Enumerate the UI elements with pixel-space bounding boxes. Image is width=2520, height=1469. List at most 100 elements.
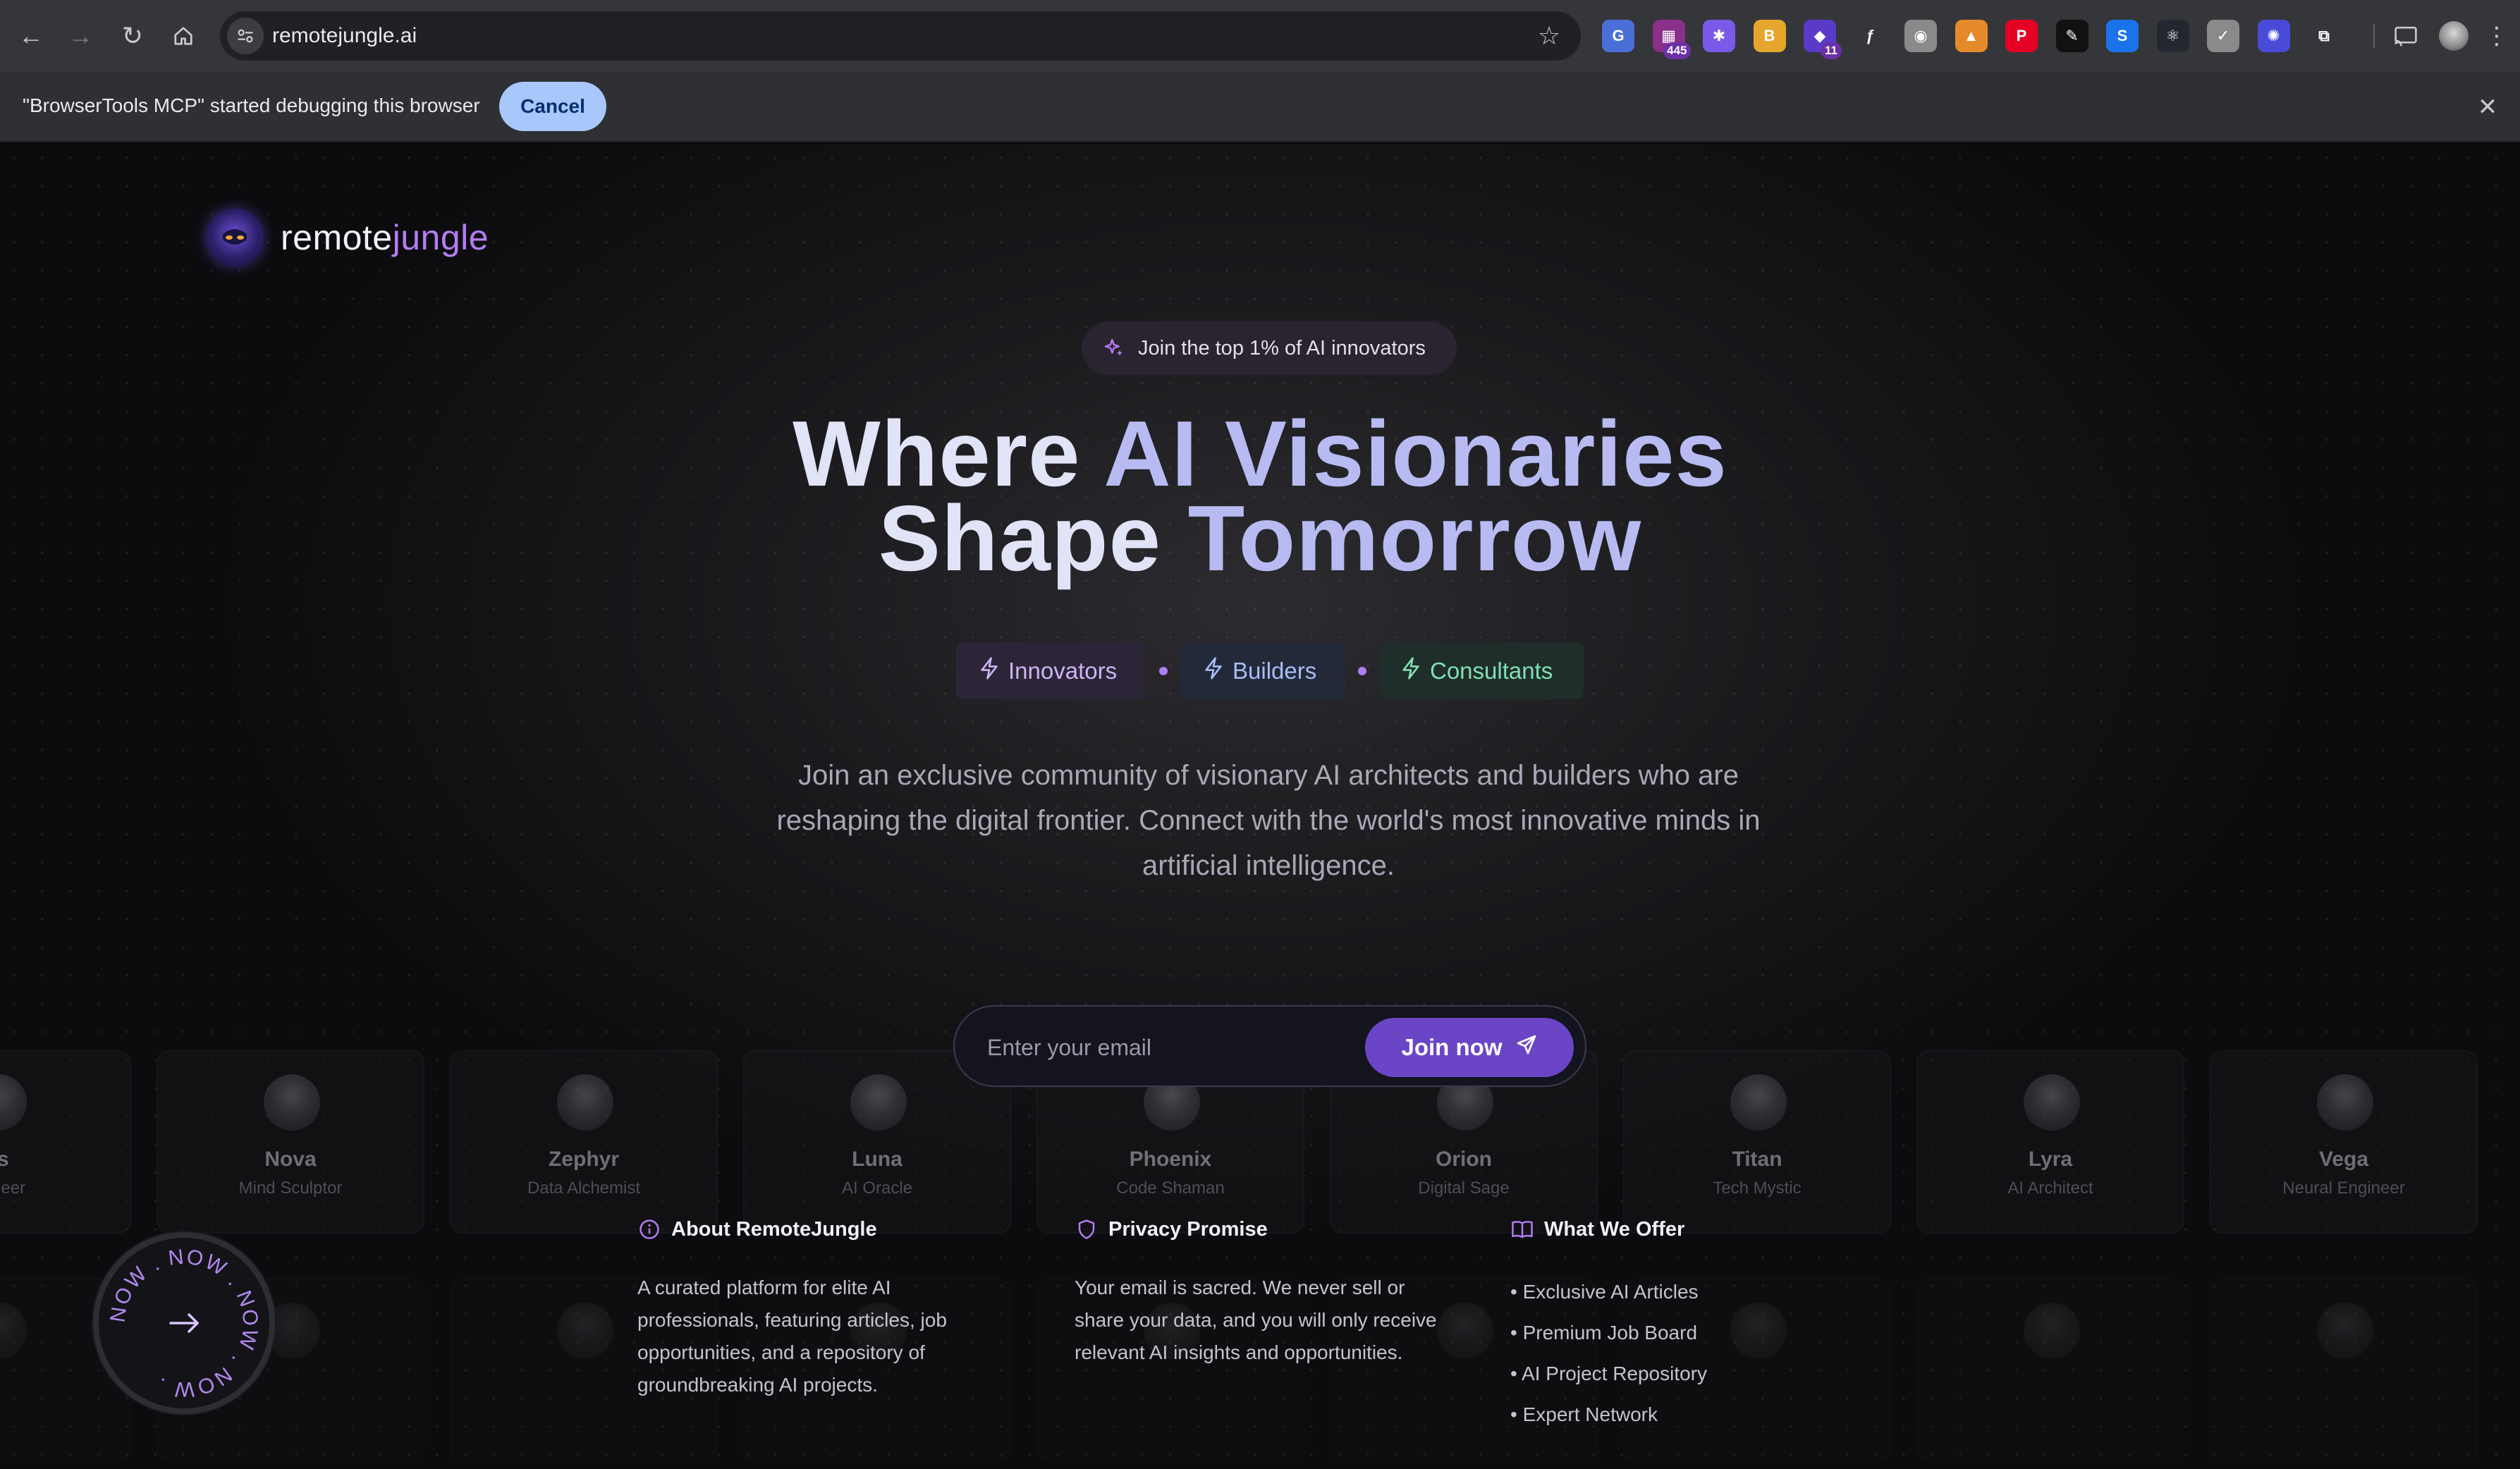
avatar xyxy=(2317,1303,2373,1359)
profile-card: Zephyr Data Alchemist xyxy=(450,1050,718,1234)
profile-name: Nova xyxy=(264,1148,317,1171)
offer-list: • Exclusive AI Articles • Premium Job Bo… xyxy=(1510,1272,1877,1435)
cast-button[interactable] xyxy=(2385,15,2427,57)
profile-card: Lyra AI Architect xyxy=(1916,1050,2184,1234)
tabs-counter-icon[interactable]: ▦ 445 xyxy=(1652,20,1691,59)
cancel-button[interactable]: Cancel xyxy=(499,82,606,131)
avatar xyxy=(1730,1074,1787,1131)
top-badge: Join the top 1% of AI innovators xyxy=(1082,321,1457,375)
email-input[interactable] xyxy=(987,1028,1326,1067)
profile-card: Nova Mind Sculptor xyxy=(157,1050,424,1234)
formula-extension-icon[interactable]: ƒ xyxy=(1854,20,1887,52)
profile-card xyxy=(1916,1279,2184,1462)
list-item: • Expert Network xyxy=(1510,1403,1658,1425)
settings-extension-icon[interactable]: ✺ xyxy=(2257,20,2290,52)
close-icon: ✕ xyxy=(2477,94,2498,121)
coin-extension-icon[interactable]: B xyxy=(1753,20,1786,52)
profile-name: Vega xyxy=(2318,1148,2369,1171)
infobar-close-button[interactable]: ✕ xyxy=(2471,90,2504,124)
gear-extension-icon[interactable]: ✱ xyxy=(1703,20,1735,52)
logo-mark-icon xyxy=(206,209,264,266)
info-circle-icon xyxy=(637,1217,661,1241)
back-button[interactable]: ← xyxy=(10,15,52,57)
site-info-button[interactable] xyxy=(227,18,264,54)
profile-role: AI Oracle xyxy=(841,1179,913,1198)
page-title: Where AI Visionaries Shape Tomorrow xyxy=(793,402,1727,590)
about-body: A curated platform for elite AI professi… xyxy=(637,1277,947,1396)
about-title: About RemoteJungle xyxy=(671,1217,877,1241)
browser-window: ← → ↻ remotejungle.ai ☆ G ▦ 445 ✱ B ◆ 11… xyxy=(0,0,2520,1469)
s-extension-icon[interactable]: S xyxy=(2106,20,2139,52)
avatar xyxy=(557,1303,613,1359)
notes-extension-icon[interactable]: ✓ xyxy=(2207,20,2239,52)
profile-name: Orion xyxy=(1436,1148,1492,1171)
bookmark-button[interactable]: ☆ xyxy=(1531,18,1567,54)
eyedropper-icon[interactable]: ✎ xyxy=(2055,20,2088,52)
profile-name: Lyra xyxy=(2028,1148,2073,1171)
avatar xyxy=(2024,1303,2080,1359)
profile-role: ngineer xyxy=(0,1179,26,1198)
privacy-body: Your email is sacred. We never sell or s… xyxy=(1075,1277,1437,1363)
join-now-button[interactable]: Join now xyxy=(1365,1018,1574,1077)
puzzle-icon[interactable]: ⧉ xyxy=(2308,20,2340,52)
profile-card: Titan Tech Mystic xyxy=(1623,1050,1891,1234)
lightning-icon xyxy=(1204,657,1223,685)
avatar xyxy=(2317,1074,2373,1131)
extension-badge: 445 xyxy=(1663,42,1691,59)
profile-name: as xyxy=(0,1148,9,1171)
profile-name: Zephyr xyxy=(548,1148,620,1171)
reload-icon: ↻ xyxy=(121,21,144,50)
audience-pills: Innovators Builders Consultants xyxy=(956,643,1584,699)
now-circular-button[interactable]: NOW . NOW . NOW . NOW . xyxy=(93,1232,275,1414)
top-badge-text: Join the top 1% of AI innovators xyxy=(1138,336,1426,359)
profile-role: Mind Sculptor xyxy=(238,1179,343,1198)
pill-consultants: Consultants xyxy=(1379,643,1584,699)
profile-card: Vega Neural Engineer xyxy=(2210,1050,2478,1234)
star-icon: ☆ xyxy=(1537,21,1561,50)
avatar xyxy=(264,1074,320,1131)
avatar xyxy=(850,1074,907,1131)
profile-name: Luna xyxy=(852,1148,903,1171)
cast-icon xyxy=(2394,26,2417,47)
infobar-message: "BrowserTools MCP" started debugging thi… xyxy=(23,94,480,116)
translate-icon[interactable]: G xyxy=(1602,20,1634,52)
pinterest-icon[interactable]: P xyxy=(2005,20,2038,52)
profile-role: Data Alchemist xyxy=(527,1179,641,1198)
sparkles-icon xyxy=(1104,338,1123,356)
home-icon xyxy=(174,27,192,45)
profile-role: Digital Sage xyxy=(1418,1179,1510,1198)
triangle-extension-icon[interactable]: ▲ xyxy=(1955,20,1988,52)
profile-button[interactable] xyxy=(2433,15,2475,57)
owl-extension-icon[interactable]: ◉ xyxy=(1904,20,1937,52)
purple-extension-icon[interactable]: ◆ 11 xyxy=(1804,20,1842,59)
pill-separator-dot xyxy=(1159,667,1168,675)
avatar xyxy=(0,1303,27,1359)
pill-builders: Builders xyxy=(1180,643,1345,699)
avatar xyxy=(0,1074,27,1131)
tune-icon xyxy=(238,29,253,43)
offer-title: What We Offer xyxy=(1544,1217,1685,1241)
forward-button[interactable]: → xyxy=(59,15,102,57)
list-item: • AI Project Repository xyxy=(1510,1363,1708,1384)
arrow-right-icon xyxy=(169,1313,199,1333)
url-text[interactable]: remotejungle.ai xyxy=(272,24,417,48)
profile-role: AI Architect xyxy=(2007,1179,2093,1198)
react-devtools-icon[interactable]: ⚛ xyxy=(2156,20,2189,52)
pill-innovators: Innovators xyxy=(956,643,1145,699)
address-bar[interactable]: remotejungle.ai ☆ xyxy=(220,11,1581,61)
lightning-icon xyxy=(1402,657,1420,685)
list-item: • Premium Job Board xyxy=(1510,1322,1698,1344)
profile-name: Phoenix xyxy=(1129,1148,1212,1171)
debugging-infobar: "BrowserTools MCP" started debugging thi… xyxy=(0,72,2520,142)
browser-toolbar: ← → ↻ remotejungle.ai ☆ G ▦ 445 ✱ B ◆ 11… xyxy=(0,0,2520,72)
pill-separator-dot xyxy=(1358,667,1366,675)
logo-text: remotejungle xyxy=(281,218,489,257)
kebab-menu-icon: ⋮ xyxy=(2485,23,2509,49)
privacy-section: Privacy Promise Your email is sacred. We… xyxy=(1075,1215,1441,1369)
menu-button[interactable]: ⋮ xyxy=(2479,15,2514,57)
shield-icon xyxy=(1075,1217,1099,1241)
reload-button[interactable]: ↻ xyxy=(111,15,154,57)
home-button[interactable] xyxy=(162,15,204,57)
site-logo[interactable]: remotejungle xyxy=(206,209,489,266)
extension-badge: 11 xyxy=(1821,42,1842,59)
